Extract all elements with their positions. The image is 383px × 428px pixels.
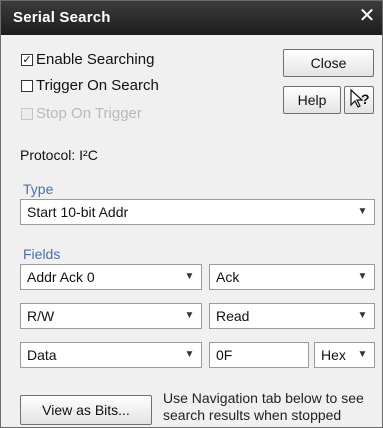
chevron-down-icon: ▼ <box>357 310 368 321</box>
field2-setting: Read <box>216 308 250 324</box>
checkbox-disabled-icon <box>21 107 33 120</box>
field1-value: Addr Ack 0 <box>27 269 95 285</box>
view-as-bits-button[interactable]: View as Bits... <box>20 395 152 425</box>
navigation-hint: Use Navigation tab below to see search r… <box>163 390 364 423</box>
close-button[interactable]: Close <box>283 49 374 77</box>
question-mark-label: ? <box>361 91 370 107</box>
serial-search-dialog: Serial Search ✕ ✓ Enable Searching Trigg… <box>0 0 383 428</box>
chevron-down-icon: ▼ <box>357 349 368 360</box>
checkbox-unchecked-icon <box>21 79 33 92</box>
whats-this-button[interactable]: ? <box>344 86 374 114</box>
field1-setting: Ack <box>216 269 240 285</box>
field2-value: R/W <box>27 308 55 324</box>
format-value: Hex <box>321 347 346 363</box>
stop-on-trigger-label: Stop On Trigger <box>36 105 142 122</box>
chevron-down-icon: ▼ <box>357 271 368 282</box>
field3-dropdown[interactable]: Data ▼ <box>20 342 202 368</box>
data-value-input[interactable]: 0F <box>209 342 309 368</box>
chevron-down-icon: ▼ <box>184 310 195 321</box>
checkbox-checked-icon: ✓ <box>21 53 33 66</box>
type-heading: Type <box>23 181 54 197</box>
type-dropdown[interactable]: Start 10-bit Addr ▼ <box>20 199 375 225</box>
help-button[interactable]: Help <box>283 86 341 114</box>
chevron-down-icon: ▼ <box>184 349 195 360</box>
protocol-label: Protocol: I²C <box>20 147 98 163</box>
chevron-down-icon: ▼ <box>357 206 368 217</box>
enable-searching-checkbox[interactable]: ✓ Enable Searching <box>21 51 154 68</box>
field3-value: Data <box>27 347 57 363</box>
title-bar[interactable]: Serial Search ✕ <box>1 1 382 35</box>
enable-searching-label: Enable Searching <box>36 51 155 68</box>
window-title: Serial Search <box>13 9 111 26</box>
field2-value-dropdown[interactable]: Read ▼ <box>209 303 375 329</box>
fields-heading: Fields <box>23 246 61 262</box>
data-value: 0F <box>216 347 233 363</box>
chevron-down-icon: ▼ <box>184 271 195 282</box>
trigger-on-search-checkbox[interactable]: Trigger On Search <box>21 77 159 94</box>
field1-value-dropdown[interactable]: Ack ▼ <box>209 264 375 290</box>
field1-dropdown[interactable]: Addr Ack 0 ▼ <box>20 264 202 290</box>
type-selected-value: Start 10-bit Addr <box>27 204 129 220</box>
trigger-on-search-label: Trigger On Search <box>36 77 159 94</box>
stop-on-trigger-checkbox: Stop On Trigger <box>21 105 142 122</box>
format-dropdown[interactable]: Hex ▼ <box>314 342 375 368</box>
field2-dropdown[interactable]: R/W ▼ <box>20 303 202 329</box>
close-icon[interactable]: ✕ <box>354 3 380 29</box>
